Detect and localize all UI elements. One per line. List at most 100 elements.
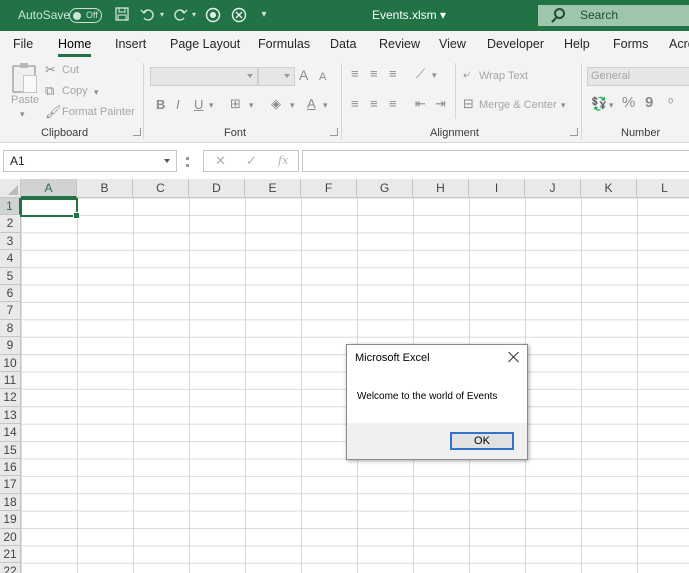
borders-icon[interactable]: ⊞ <box>230 97 241 111</box>
row-header-18[interactable]: 18 <box>0 493 21 512</box>
accounting-format-icon[interactable]: 💱 <box>591 97 607 111</box>
orientation-icon[interactable]: ⟋ <box>416 67 425 81</box>
number-format-select[interactable]: General <box>587 67 689 86</box>
tab-page-layout[interactable]: Page Layout <box>170 37 240 51</box>
row-header-16[interactable]: 16 <box>0 459 21 477</box>
row-header-3[interactable]: 3 <box>0 232 21 251</box>
align-top-icon[interactable]: ≡ <box>351 67 359 81</box>
undo-dropdown-icon[interactable]: ▾ <box>158 7 166 23</box>
paste-button[interactable]: Paste <box>11 94 39 106</box>
select-all-button[interactable] <box>0 179 21 198</box>
fill-color-icon[interactable]: ◈ <box>271 97 281 111</box>
column-header-c[interactable]: C <box>133 179 189 198</box>
column-header-l[interactable]: L <box>637 179 689 198</box>
paste-icon[interactable] <box>12 63 37 93</box>
row-header-13[interactable]: 13 <box>0 406 21 425</box>
name-box[interactable]: A1 <box>3 150 177 172</box>
tab-acrobat[interactable]: Acro <box>669 37 689 51</box>
percent-style-button[interactable]: % <box>622 95 635 110</box>
grow-font-icon[interactable]: A <box>299 68 308 82</box>
format-painter-button[interactable]: Format Painter <box>62 106 135 118</box>
row-header-21[interactable]: 21 <box>0 546 21 564</box>
row-header-17[interactable]: 17 <box>0 476 21 494</box>
decrease-indent-icon[interactable]: ⇤ <box>415 97 426 111</box>
underline-dropdown-icon[interactable]: ▾ <box>209 98 214 112</box>
align-right-icon[interactable]: ≡ <box>389 97 397 111</box>
tab-data[interactable]: Data <box>330 37 356 51</box>
cancel-icon[interactable]: ✕ <box>215 153 226 169</box>
paste-dropdown-icon[interactable]: ▾ <box>20 107 25 121</box>
merge-center-button[interactable]: Merge & Center <box>479 99 557 111</box>
row-header-5[interactable]: 5 <box>0 267 21 285</box>
font-color-dropdown-icon[interactable]: ▾ <box>323 98 328 112</box>
formula-bar-grip[interactable] <box>186 157 189 167</box>
undo-icon[interactable] <box>140 7 156 23</box>
align-bottom-icon[interactable]: ≡ <box>389 67 397 81</box>
underline-button[interactable]: U <box>194 98 203 112</box>
column-header-b[interactable]: B <box>77 179 133 198</box>
column-header-i[interactable]: I <box>469 179 525 198</box>
tab-file[interactable]: File <box>13 37 33 51</box>
cut-button[interactable]: Cut <box>62 64 79 76</box>
comma-style-button[interactable]: 9 <box>645 95 653 110</box>
copy-button[interactable]: Copy <box>62 85 88 97</box>
tab-review[interactable]: Review <box>379 37 420 51</box>
font-color-icon[interactable]: A <box>307 97 316 111</box>
clipboard-launcher-icon[interactable] <box>133 128 141 136</box>
customize-toolbar-icon[interactable]: ▾ <box>259 7 269 23</box>
row-header-9[interactable]: 9 <box>0 337 21 355</box>
shrink-font-icon[interactable]: A <box>319 70 326 84</box>
column-header-d[interactable]: D <box>189 179 245 198</box>
align-center-icon[interactable]: ≡ <box>370 97 378 111</box>
copy-dropdown-icon[interactable]: ▾ <box>94 85 99 99</box>
record-icon[interactable] <box>205 7 221 23</box>
column-header-g[interactable]: G <box>357 179 413 198</box>
wrap-text-button[interactable]: Wrap Text <box>479 70 528 82</box>
row-header-14[interactable]: 14 <box>0 424 21 442</box>
file-title[interactable]: Events.xlsm ▾ <box>372 8 446 22</box>
formula-input[interactable] <box>302 150 689 172</box>
row-header-22[interactable]: 22 <box>0 563 21 573</box>
italic-button[interactable]: I <box>176 98 180 112</box>
clear-icon[interactable] <box>231 7 247 23</box>
redo-dropdown-icon[interactable]: ▾ <box>190 7 198 23</box>
align-middle-icon[interactable]: ≡ <box>370 67 378 81</box>
accounting-dropdown-icon[interactable]: ▾ <box>609 98 614 112</box>
active-cell[interactable] <box>20 198 80 219</box>
autosave-toggle[interactable]: Off <box>69 8 102 23</box>
column-header-k[interactable]: K <box>581 179 637 198</box>
row-header-11[interactable]: 11 <box>0 372 21 390</box>
enter-icon[interactable]: ✓ <box>246 153 257 169</box>
ok-button[interactable]: OK <box>450 432 514 450</box>
borders-dropdown-icon[interactable]: ▾ <box>249 98 254 112</box>
name-box-dropdown-icon[interactable] <box>164 159 170 163</box>
row-header-2[interactable]: 2 <box>0 215 21 233</box>
tab-insert[interactable]: Insert <box>115 37 146 51</box>
row-header-15[interactable]: 15 <box>0 441 21 459</box>
increase-decimal-icon[interactable]: ⁰ <box>668 97 673 111</box>
insert-function-icon[interactable]: fx <box>278 154 288 167</box>
font-launcher-icon[interactable] <box>330 128 338 136</box>
column-header-e[interactable]: E <box>245 179 301 198</box>
tab-developer[interactable]: Developer <box>487 37 544 51</box>
tab-formulas[interactable]: Formulas <box>258 37 310 51</box>
redo-icon[interactable] <box>172 7 188 23</box>
row-header-12[interactable]: 12 <box>0 389 21 407</box>
align-left-icon[interactable]: ≡ <box>351 97 359 111</box>
column-header-a[interactable]: A <box>21 179 77 198</box>
row-header-7[interactable]: 7 <box>0 302 21 320</box>
row-header-1[interactable]: 1 <box>0 198 21 216</box>
close-icon[interactable] <box>507 350 521 364</box>
tab-home[interactable]: Home <box>58 37 92 57</box>
tab-view[interactable]: View <box>439 37 466 51</box>
column-header-f[interactable]: F <box>301 179 357 198</box>
fill-color-dropdown-icon[interactable]: ▾ <box>290 98 295 112</box>
tab-help[interactable]: Help <box>564 37 590 51</box>
tab-forms[interactable]: Forms <box>613 37 648 51</box>
font-name-select[interactable] <box>150 67 258 86</box>
row-header-10[interactable]: 10 <box>0 354 21 372</box>
merge-dropdown-icon[interactable]: ▾ <box>561 98 566 112</box>
bold-button[interactable]: B <box>156 98 165 112</box>
row-header-6[interactable]: 6 <box>0 285 21 303</box>
row-header-20[interactable]: 20 <box>0 528 21 546</box>
